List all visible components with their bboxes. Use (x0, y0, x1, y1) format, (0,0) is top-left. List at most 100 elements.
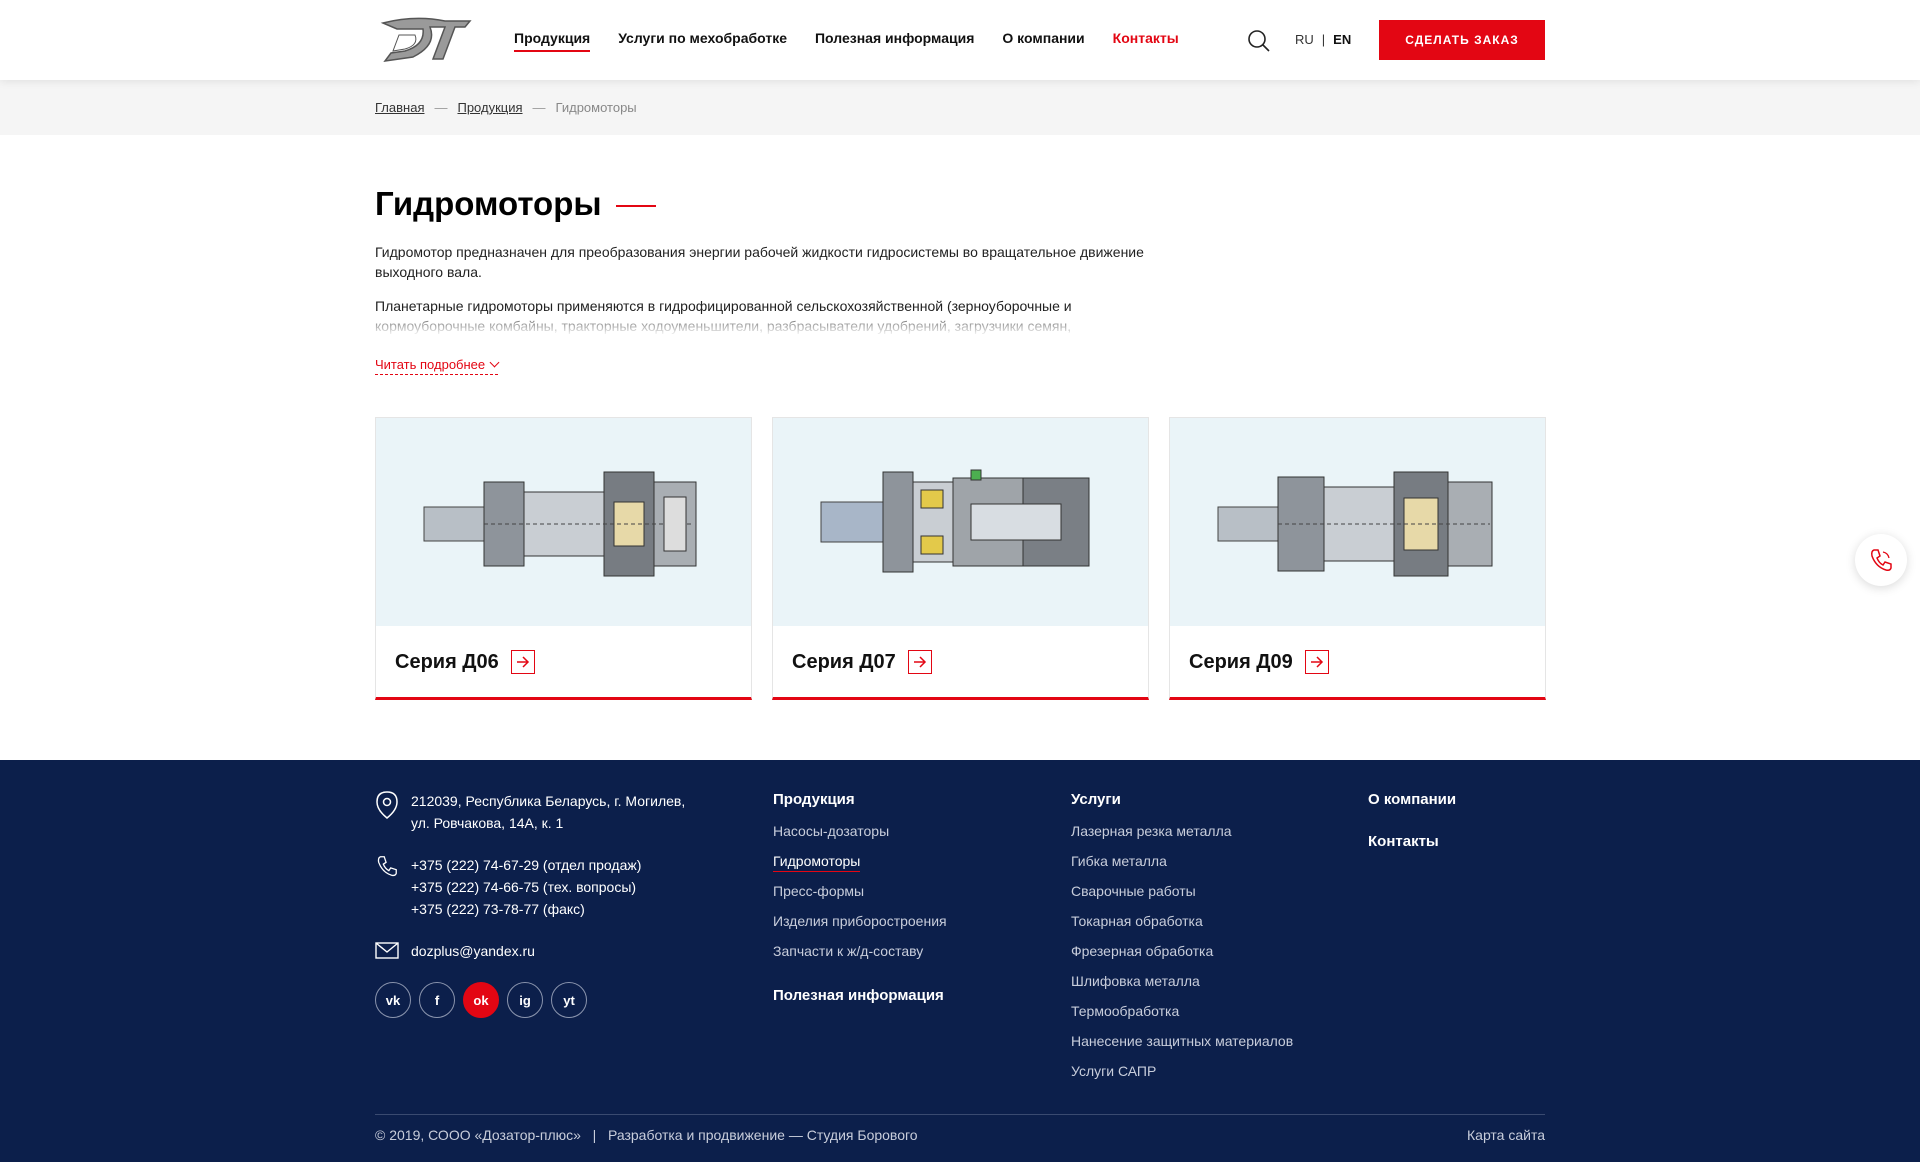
lang-ru[interactable]: RU (1295, 32, 1314, 47)
site-footer: 212039, Республика Беларусь, г. Могилев,… (0, 760, 1920, 1162)
youtube-icon[interactable]: yt (551, 982, 587, 1018)
arrow-right-icon (1304, 650, 1329, 674)
card-title: Серия Д09 (1189, 650, 1293, 673)
hydraulic-motor-image (1217, 471, 1492, 577)
footer-services-title[interactable]: Услуги (1071, 791, 1293, 808)
arrow-right-icon (907, 650, 932, 674)
breadcrumb-sep: — (434, 100, 448, 115)
description-fade: Планетарные гидромоторы применяются в ги… (375, 296, 1175, 336)
product-image (376, 418, 751, 626)
arrow-right-icon (510, 650, 535, 674)
company-logo[interactable] (375, 15, 475, 65)
footer-bottom: © 2019, СООО «Дозатор-плюс» | Разработка… (375, 1114, 1545, 1143)
instagram-icon[interactable]: ig (507, 982, 543, 1018)
footer-link[interactable]: Фрезерная обработка (1071, 942, 1293, 961)
breadcrumb-sep: — (532, 100, 546, 115)
product-card-d06[interactable]: Серия Д06 (375, 417, 752, 700)
footer-link[interactable]: Сварочные работы (1071, 882, 1293, 901)
odnoklassniki-icon[interactable]: ok (463, 982, 499, 1018)
vk-icon[interactable]: vk (375, 982, 411, 1018)
product-cards: Серия Д06 Серия Д07 Серия Д09 (375, 417, 1546, 700)
footer-link[interactable]: Услуги САПР (1071, 1062, 1293, 1081)
read-more-link[interactable]: Читать подробнее (375, 357, 500, 375)
phone-number[interactable]: +375 (222) 74-67-29 (отдел продаж) (411, 854, 641, 876)
footer-link[interactable]: Термообработка (1071, 1002, 1293, 1021)
footer-products-title[interactable]: Продукция (773, 791, 947, 808)
nav-machining[interactable]: Услуги по мехобработке (618, 30, 787, 52)
lang-en[interactable]: EN (1333, 32, 1351, 47)
search-icon[interactable] (1247, 29, 1271, 53)
footer-credits: © 2019, СООО «Дозатор-плюс» | Разработка… (375, 1127, 918, 1143)
product-card-d09[interactable]: Серия Д09 (1169, 417, 1546, 700)
address-line: ул. Ровчакова, 14А, к. 1 (411, 815, 564, 831)
hydraulic-motor-image (423, 471, 696, 577)
make-order-button[interactable]: СДЕЛАТЬ ЗАКАЗ (1379, 20, 1545, 60)
page-description: Гидромотор предназначен для преобразован… (375, 242, 1175, 336)
footer-products-column: Продукция Насосы-дозаторы Гидромоторы Пр… (773, 791, 947, 1018)
sitemap-link[interactable]: Карта сайта (1467, 1127, 1545, 1143)
footer-link-label: Насосы-дозаторы (773, 823, 890, 839)
footer-about-title[interactable]: О компании (1368, 791, 1456, 808)
location-pin-icon (376, 791, 398, 819)
page-title: Гидромоторы (375, 185, 656, 223)
language-switcher: RU | EN (1295, 32, 1351, 47)
footer-link[interactable]: Изделия приборостроения (773, 912, 947, 931)
nav-products[interactable]: Продукция (514, 30, 591, 52)
read-more-label: Читать подробнее (375, 357, 486, 372)
mail-icon (375, 942, 399, 959)
footer-phones: +375 (222) 74-67-29 (отдел продаж) +375 … (375, 854, 735, 920)
breadcrumb: Главная — Продукция — Гидромоторы (375, 100, 637, 115)
card-caption: Серия Д06 (395, 650, 535, 674)
email-link[interactable]: dozplus@yandex.ru (411, 940, 535, 962)
footer-useful-title[interactable]: Полезная информация (773, 987, 947, 1004)
card-caption: Серия Д09 (1189, 650, 1329, 674)
credits-divider: | (592, 1127, 597, 1143)
breadcrumb-products[interactable]: Продукция (457, 100, 522, 115)
phone-number[interactable]: +375 (222) 74-66-75 (тех. вопросы) (411, 876, 641, 898)
social-links: vk f ok ig yt (375, 982, 735, 1018)
breadcrumb-bar: Главная — Продукция — Гидромоторы (0, 80, 1920, 135)
footer-link[interactable]: Гидромоторы (773, 852, 947, 872)
footer-link-label: Изделия приборостроения (773, 913, 947, 929)
copyright: © 2019, СООО «Дозатор-плюс» (375, 1127, 581, 1143)
lang-separator: | (1321, 32, 1326, 47)
product-card-d07[interactable]: Серия Д07 (772, 417, 1149, 700)
footer-link-label: Гидромоторы (773, 853, 861, 872)
footer-link-label: Запчасти к ж/д-составу (773, 943, 924, 959)
hydraulic-motor-image (820, 469, 1089, 573)
footer-contacts-title[interactable]: Контакты (1368, 833, 1456, 850)
main-nav: Продукция Услуги по мехобработке Полезна… (514, 30, 1207, 52)
breadcrumb-home[interactable]: Главная (375, 100, 424, 115)
footer-link[interactable]: Шлифовка металла (1071, 972, 1293, 991)
nav-about[interactable]: О компании (1002, 30, 1084, 52)
nav-useful-info[interactable]: Полезная информация (815, 30, 974, 52)
product-image (1170, 418, 1545, 626)
footer-link-label: Пресс-формы (773, 883, 865, 899)
card-caption: Серия Д07 (792, 650, 932, 674)
footer-link[interactable]: Токарная обработка (1071, 912, 1293, 931)
footer-link[interactable]: Насосы-дозаторы (773, 822, 947, 841)
card-title: Серия Д06 (395, 650, 499, 673)
developer-link[interactable]: Разработка и продвижение — Студия Борово… (608, 1127, 918, 1143)
card-title: Серия Д07 (792, 650, 896, 673)
facebook-icon[interactable]: f (419, 982, 455, 1018)
footer-services-column: Услуги Лазерная резка металла Гибка мета… (1071, 791, 1293, 1092)
chevron-down-icon (489, 357, 500, 368)
description-paragraph: Гидромотор предназначен для преобразован… (375, 244, 1144, 280)
footer-link[interactable]: Нанесение защитных материалов (1071, 1032, 1293, 1051)
nav-contacts[interactable]: Контакты (1113, 30, 1179, 52)
footer-link[interactable]: Гибка металла (1071, 852, 1293, 871)
footer-company-column: О компании Контакты (1368, 791, 1456, 864)
phone-number[interactable]: +375 (222) 73-78-77 (факс) (411, 898, 641, 920)
footer-link[interactable]: Запчасти к ж/д-составу (773, 942, 947, 961)
callback-button[interactable] (1855, 534, 1907, 586)
address-line: 212039, Республика Беларусь, г. Могилев, (411, 793, 686, 809)
footer-link[interactable]: Пресс-формы (773, 882, 947, 901)
footer-email: dozplus@yandex.ru (375, 940, 735, 962)
footer-link[interactable]: Лазерная резка металла (1071, 822, 1293, 841)
description-paragraph: Планетарные гидромоторы применяются в ги… (375, 298, 1072, 334)
site-header: Продукция Услуги по мехобработке Полезна… (0, 0, 1920, 80)
footer-address: 212039, Республика Беларусь, г. Могилев,… (375, 790, 735, 834)
footer-contacts: 212039, Республика Беларусь, г. Могилев,… (375, 790, 735, 1018)
breadcrumb-current: Гидромоторы (555, 100, 637, 115)
